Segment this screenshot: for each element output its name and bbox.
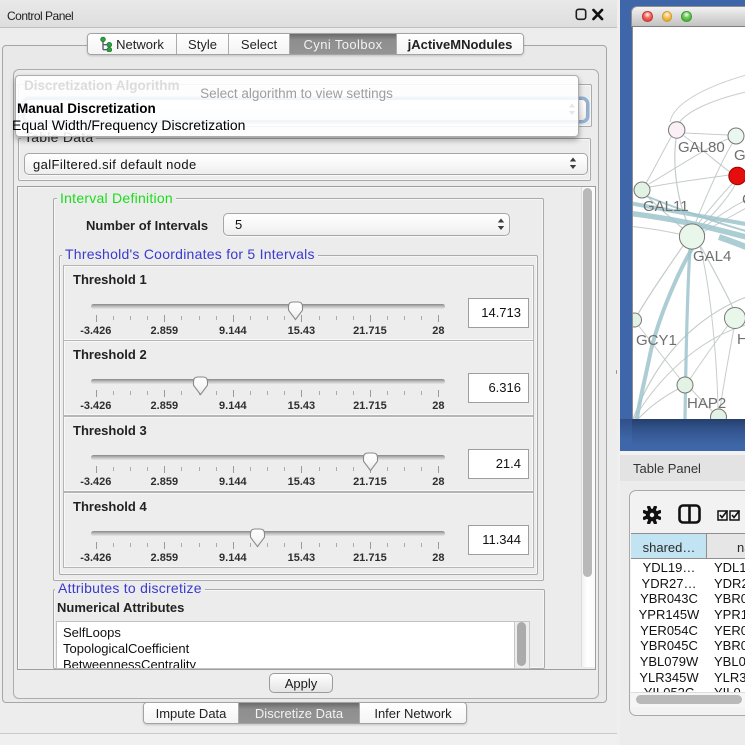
- svg-text:GCY1: GCY1: [636, 332, 677, 349]
- svg-text:GAL4: GAL4: [693, 248, 731, 265]
- svg-text:GAL11: GAL11: [643, 198, 689, 215]
- svg-text:H: H: [737, 331, 745, 348]
- svg-text:G.: G.: [734, 147, 745, 164]
- svg-text:HAP2: HAP2: [687, 395, 726, 412]
- svg-text:GAL80: GAL80: [678, 139, 725, 156]
